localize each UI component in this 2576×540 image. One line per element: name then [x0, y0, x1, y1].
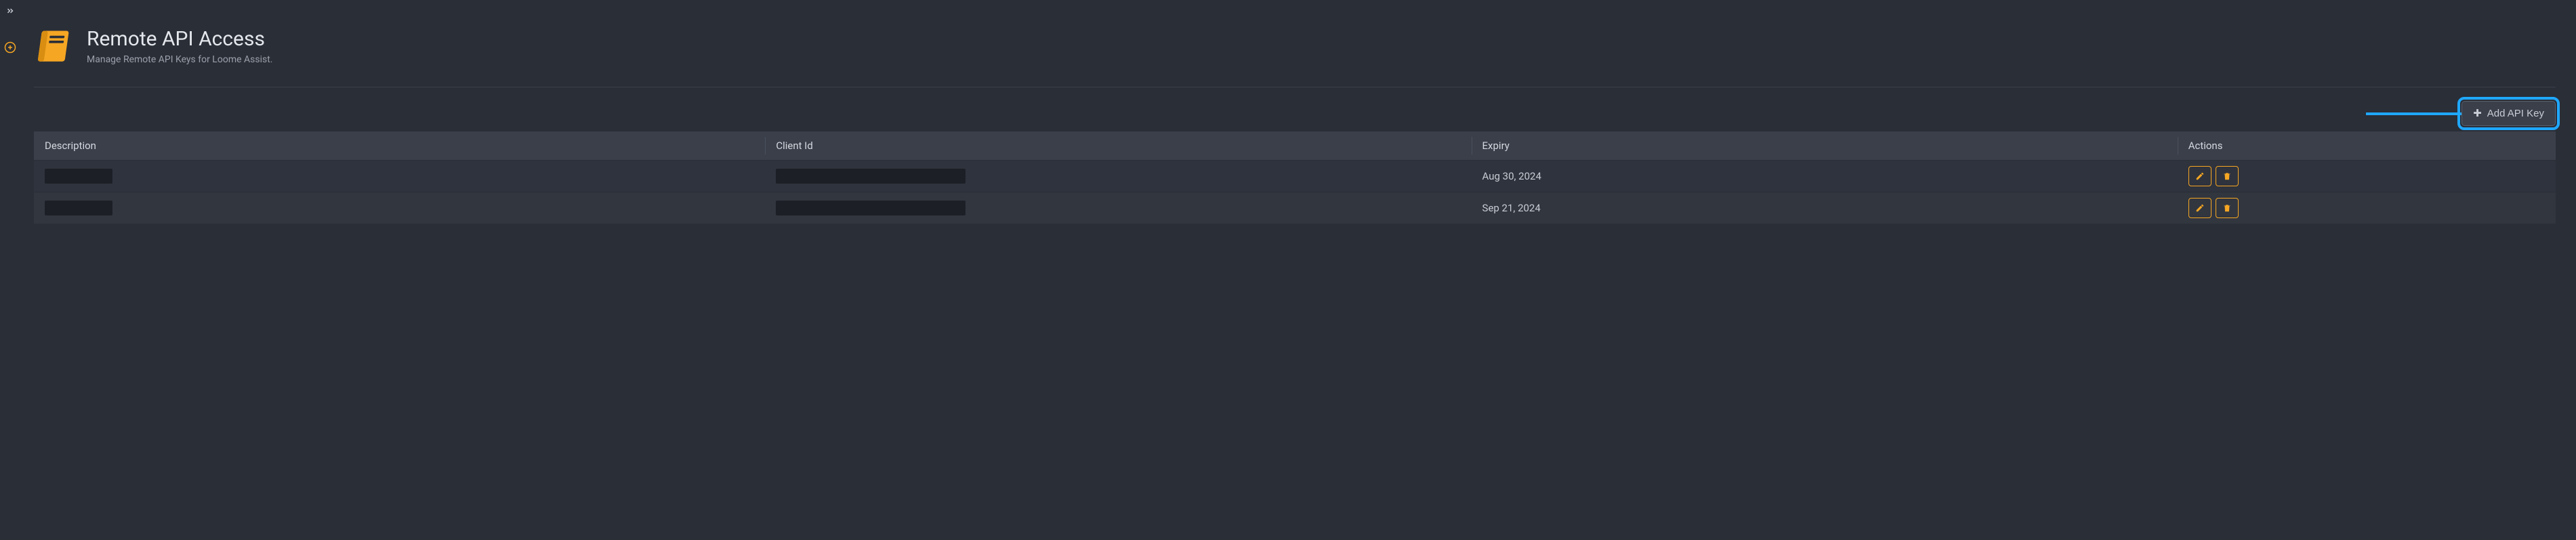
- plus-icon: ✚: [2473, 108, 2482, 119]
- page-title: Remote API Access: [87, 27, 272, 51]
- sidebar: [0, 0, 20, 540]
- add-api-key-label: Add API Key: [2487, 108, 2544, 119]
- table-row: Sep 21, 2024: [34, 192, 2556, 224]
- redacted-description: [45, 169, 112, 184]
- column-header-client-id[interactable]: Client Id: [765, 131, 1471, 161]
- chevron-double-right-icon: [5, 6, 15, 16]
- expiry-cell: Sep 21, 2024: [1472, 192, 2178, 224]
- trash-icon: [2222, 203, 2232, 213]
- delete-button[interactable]: [2216, 198, 2239, 218]
- book-icon: [34, 27, 73, 66]
- edit-button[interactable]: [2188, 166, 2211, 186]
- table-row: Aug 30, 2024: [34, 161, 2556, 192]
- redacted-client-id: [776, 201, 965, 215]
- trash-icon: [2222, 171, 2232, 181]
- column-header-expiry[interactable]: Expiry: [1472, 131, 2178, 161]
- page-subtitle: Manage Remote API Keys for Loome Assist.: [87, 54, 272, 65]
- main-content: Remote API Access Manage Remote API Keys…: [20, 0, 2576, 540]
- api-keys-table: Description Client Id Expiry Actions Aug…: [34, 131, 2556, 224]
- expiry-cell: Aug 30, 2024: [1472, 161, 2178, 192]
- add-api-key-button[interactable]: ✚ Add API Key: [2461, 101, 2556, 126]
- page-header: Remote API Access Manage Remote API Keys…: [34, 0, 2576, 87]
- toolbar: ✚ Add API Key: [34, 101, 2576, 126]
- add-sidebar-button[interactable]: [2, 39, 18, 56]
- annotation-arrow: [2366, 107, 2474, 121]
- plus-circle-icon: [4, 41, 16, 54]
- pencil-icon: [2195, 171, 2205, 181]
- delete-button[interactable]: [2216, 166, 2239, 186]
- column-header-actions: Actions: [2178, 131, 2556, 161]
- column-header-description[interactable]: Description: [34, 131, 765, 161]
- edit-button[interactable]: [2188, 198, 2211, 218]
- redacted-description: [45, 201, 112, 215]
- pencil-icon: [2195, 203, 2205, 213]
- expand-sidebar-button[interactable]: [2, 3, 18, 19]
- redacted-client-id: [776, 169, 965, 184]
